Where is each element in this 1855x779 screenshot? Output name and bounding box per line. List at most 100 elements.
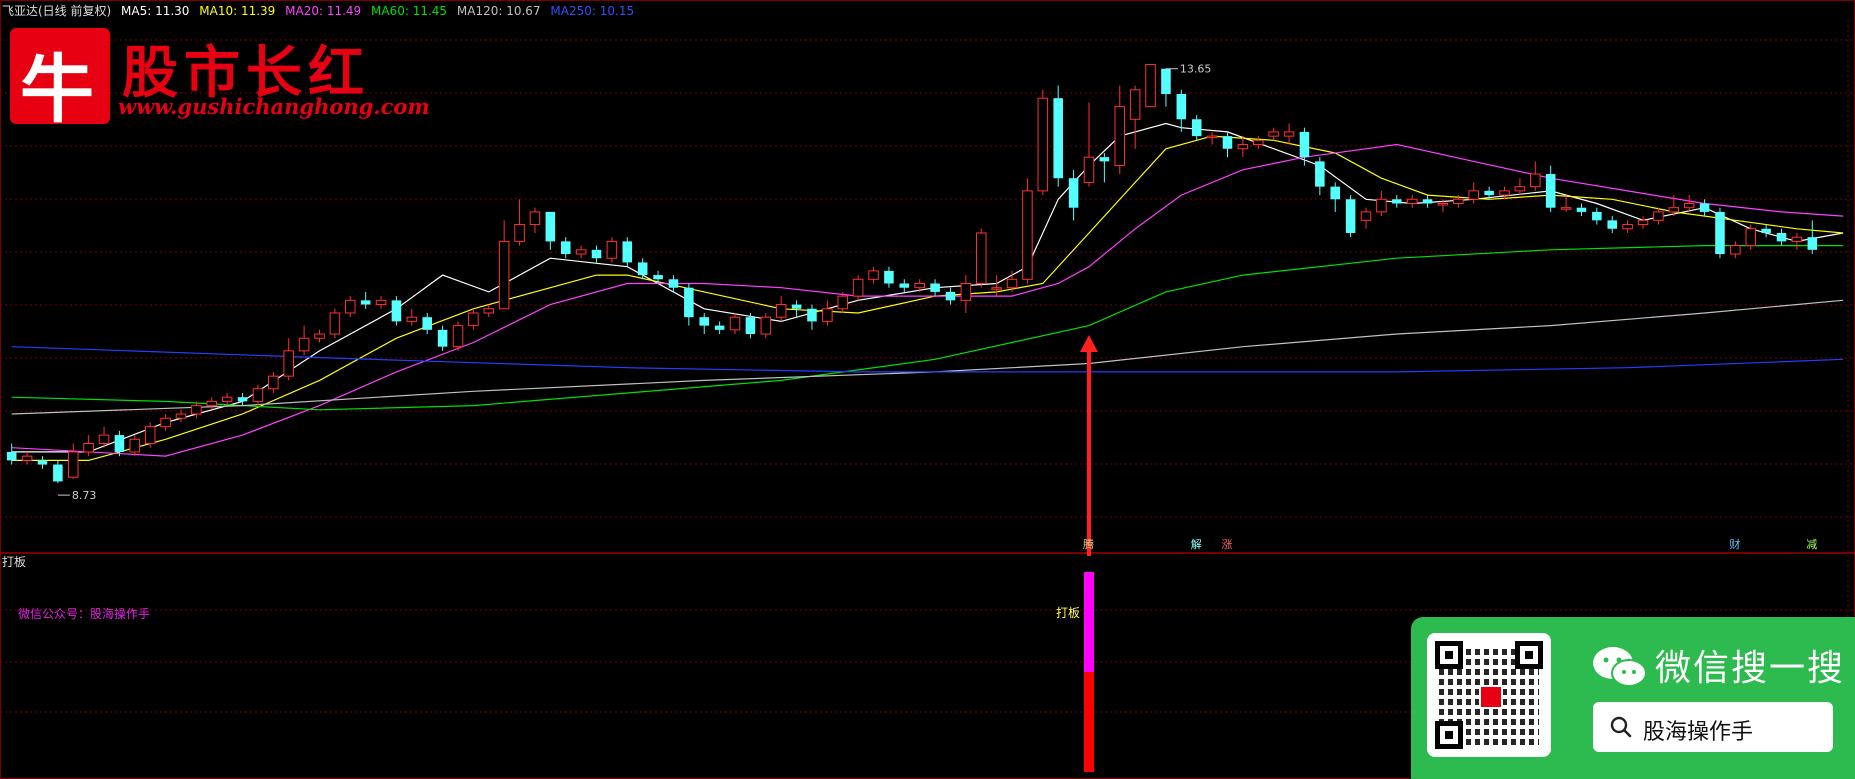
candle-body [791,304,802,309]
candle-body [1745,228,1757,247]
candle-body [1468,190,1479,200]
candle-body [1145,64,1156,108]
wechat-search-box[interactable]: 股海操作手 [1593,702,1833,752]
candle-body [1360,211,1372,221]
candle-body [406,316,418,322]
candle-body [1499,190,1510,196]
candle-body [268,375,279,390]
candle-body [560,241,571,255]
candle-body [1576,207,1587,212]
candle-body [237,397,248,402]
candle-body [760,316,772,335]
candle-body [1607,220,1618,229]
candle-body [1622,224,1633,230]
signal-label: 打板 [1056,606,1081,620]
candle-body [1761,228,1771,233]
candle-body [437,329,448,347]
candle-body [283,350,294,377]
event-marker: 财 [1729,537,1740,551]
candle-body [1053,98,1063,179]
candle-body [514,224,525,242]
ma60-label: MA60: 11.45 [371,4,448,18]
candle-body [1376,198,1387,213]
candle-body [1653,211,1664,221]
candle-body [1315,161,1325,187]
candle-body [1637,219,1649,226]
ma20-label: MA20: 11.49 [285,4,362,18]
candle-body [699,317,710,326]
ma20-line [11,143,1844,457]
candle-body [360,300,371,305]
candle-body [375,299,387,306]
candle-body [1406,198,1418,204]
sub-panel-title: 打板 [2,555,27,569]
candle-body [1068,178,1079,208]
wechat-search-card: 微信搜一搜 股海操作手 [1411,617,1855,779]
candle-body [329,312,341,335]
logo-url: www.gushichanghong.com [118,94,430,119]
candle-body [1206,135,1218,139]
candle-body [1129,89,1141,120]
ma10-label: MA10: 11.39 [199,4,276,18]
candle-body [483,308,495,314]
candle-body [837,295,849,310]
logo-glyph: 牛 [20,47,94,133]
candle-body [945,291,956,301]
candle-body [807,308,817,322]
candle-body [83,443,94,453]
candle-body [144,426,156,445]
candle-body [1715,211,1725,255]
stock-name: 飞亚达(日线 前复权) [2,4,112,18]
candle-body [1514,186,1526,192]
candle-body [575,249,587,255]
candle-body [1037,97,1049,192]
candle-body [1484,190,1494,196]
search-icon [1610,716,1632,738]
candle-body [175,413,187,419]
candle-body [1176,94,1187,120]
candle-body [1345,199,1356,233]
candle-body [1453,198,1464,204]
candle-body [391,300,402,322]
ma60-line [11,245,1844,411]
candle-body [1668,207,1680,213]
watermark-logo: 牛 股市长红 www.gushichanghong.com [4,22,430,133]
candle-body [622,241,633,263]
candle-body [606,240,618,259]
chart-header: 飞亚达(日线 前复权) MA5: 11.30 MA10: 11.39 MA20:… [2,2,640,19]
candle-body [191,405,202,415]
candle-body [1083,156,1095,183]
candle-body [1699,203,1710,212]
candle-body [160,417,171,428]
candle-body [1299,131,1310,158]
candle-body [498,240,510,310]
signal-arrow-head [1079,335,1098,352]
ma5-label: MA5: 11.30 [121,4,190,18]
candle-body [1776,232,1787,242]
candle-body [1222,136,1233,149]
candle-body [1807,237,1818,250]
candle-body [1791,236,1803,242]
candle-body [114,435,125,452]
candle-body [1592,211,1602,221]
wechat-card-title: 微信搜一搜 [1655,648,1846,689]
candle-body [1437,202,1449,206]
candle-body [529,211,541,226]
candle-body [1283,131,1295,137]
candle-body [206,400,218,407]
candle-body [729,316,741,331]
low-label: 8.73 [72,489,97,502]
qr-code [1427,633,1551,757]
candle-body [298,337,310,352]
candle-body [591,249,602,259]
candle-body [1237,144,1249,150]
candle-body [775,304,787,318]
logo-box: 牛 [10,28,110,133]
candle-body [975,232,987,284]
candle-body [1191,119,1202,137]
candle-body [653,275,663,280]
candle-body [1392,199,1402,204]
candle-body [67,451,79,478]
candle-body [129,438,141,453]
candle-body [714,325,725,330]
